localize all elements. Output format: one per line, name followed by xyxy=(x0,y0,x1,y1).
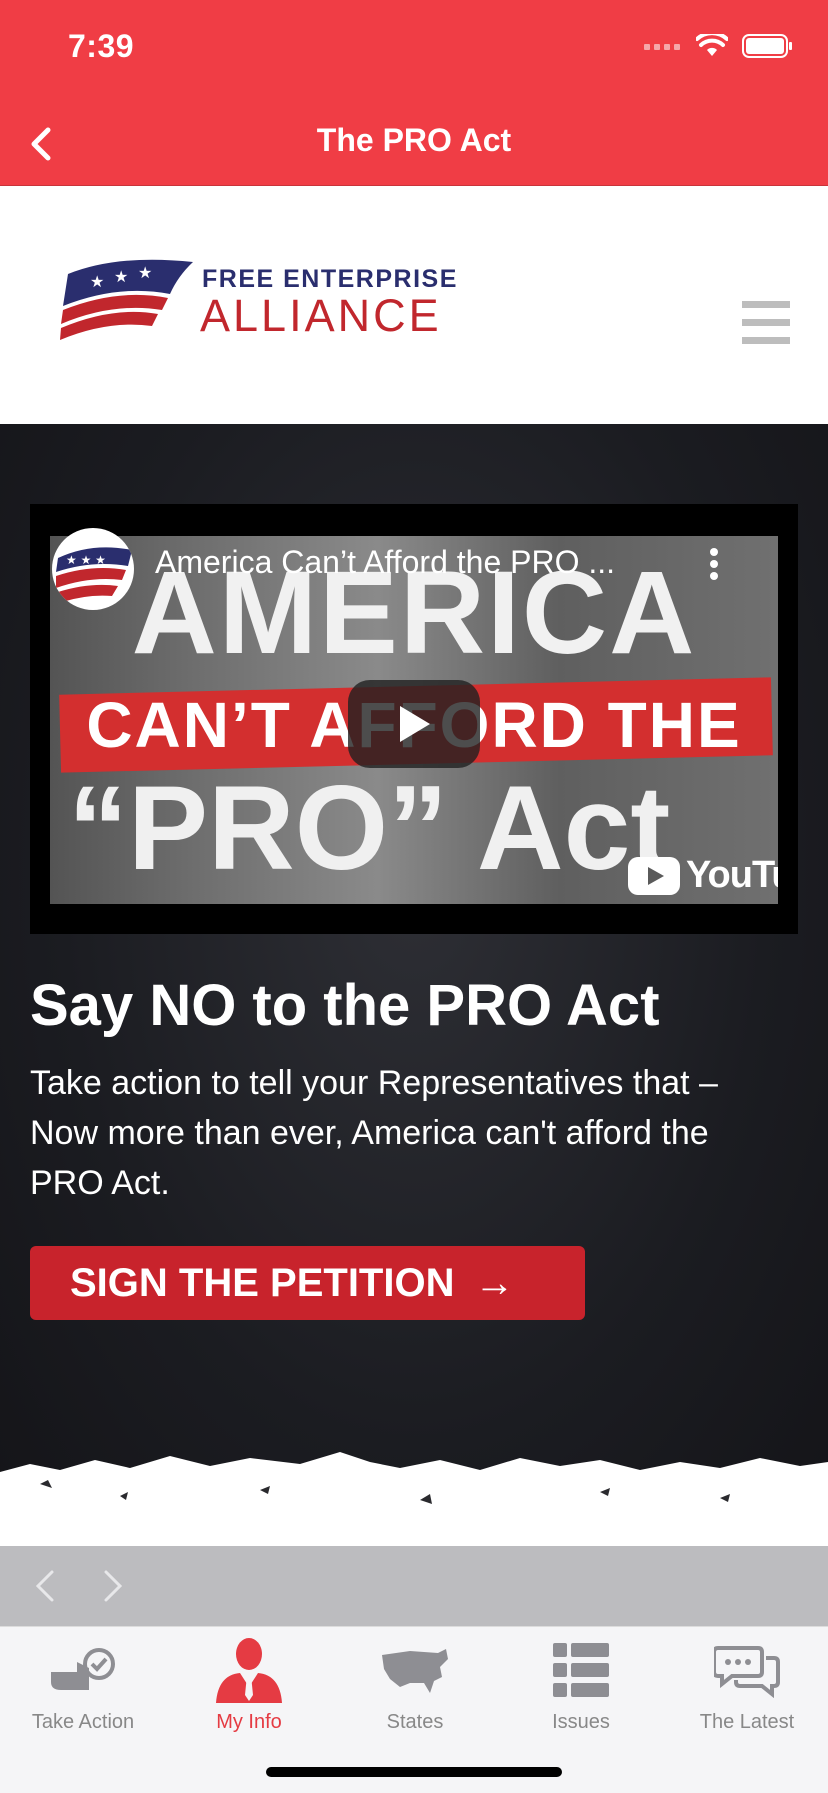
web-forward-button[interactable] xyxy=(92,1566,132,1606)
flag-logo-icon: ★ ★ ★ xyxy=(60,259,193,340)
tab-label: My Info xyxy=(216,1711,282,1733)
play-button[interactable] xyxy=(348,680,480,768)
battery-icon xyxy=(742,34,792,58)
torn-paper-edge xyxy=(0,1452,828,1546)
web-navigation-bar xyxy=(0,1546,828,1626)
arrow-right-icon: → xyxy=(474,1260,515,1305)
hamburger-icon[interactable] xyxy=(742,301,790,345)
tab-my-info[interactable]: My Info xyxy=(166,1633,332,1734)
tab-label: Take Action xyxy=(31,1711,135,1733)
chevron-right-icon xyxy=(104,1570,123,1602)
site-header: ★ ★ ★ FREE ENTERPRISE ALLIANCE xyxy=(0,186,828,424)
flag-avatar-icon: ★ ★ ★ xyxy=(56,547,132,602)
tab-label: Issues xyxy=(552,1711,610,1733)
tab-label: States xyxy=(386,1711,444,1733)
tab-the-latest[interactable]: The Latest xyxy=(664,1633,828,1734)
youtube-logo[interactable]: YouTube xyxy=(628,854,778,897)
sign-petition-label: SIGN THE PETITION xyxy=(70,1260,455,1305)
more-options-icon[interactable] xyxy=(710,548,720,588)
section-body: Take action to tell your Representatives… xyxy=(30,1064,718,1202)
signal-icon xyxy=(644,44,680,50)
svg-text:★: ★ xyxy=(90,272,104,291)
svg-text:★ ★ ★: ★ ★ ★ xyxy=(66,553,106,567)
youtube-play-icon xyxy=(628,856,680,895)
page-title: The PRO Act xyxy=(316,122,512,158)
status-icons xyxy=(644,34,794,58)
list-icon xyxy=(553,1643,609,1697)
tab-issues[interactable]: Issues xyxy=(498,1633,664,1734)
wifi-icon xyxy=(696,34,728,56)
video-title[interactable]: America Can’t Afford the PRO ... xyxy=(155,544,695,581)
navigation-bar: The PRO Act xyxy=(0,100,828,186)
chevron-left-icon xyxy=(35,1570,54,1602)
home-indicator xyxy=(266,1767,562,1777)
tab-take-action[interactable]: Take Action xyxy=(0,1633,166,1734)
take-action-icon xyxy=(51,1648,115,1690)
channel-avatar[interactable]: ★ ★ ★ xyxy=(52,528,134,610)
us-map-icon xyxy=(382,1649,448,1693)
svg-text:★: ★ xyxy=(114,267,128,286)
sign-petition-button[interactable]: SIGN THE PETITION → xyxy=(30,1246,585,1320)
youtube-video-player[interactable]: AMERICA CAN’T AFFORD THE “PRO” Act YouTu… xyxy=(30,504,798,934)
logo-text-bottom: ALLIANCE xyxy=(200,290,442,341)
youtube-wordmark: YouTube xyxy=(686,854,778,896)
tab-label: The Latest xyxy=(699,1711,795,1733)
section-heading: Say NO to the PRO Act xyxy=(30,973,660,1038)
tab-states[interactable]: States xyxy=(332,1633,498,1734)
web-back-button[interactable] xyxy=(26,1566,66,1606)
person-icon xyxy=(216,1638,282,1703)
svg-text:★: ★ xyxy=(138,263,152,282)
chat-bubbles-icon xyxy=(714,1646,780,1698)
hero-section: AMERICA CAN’T AFFORD THE “PRO” Act YouTu… xyxy=(0,424,828,1546)
status-time: 7:39 xyxy=(68,28,135,64)
status-bar: 7:39 xyxy=(0,0,828,100)
thumbnail-text-line3: “PRO” Act xyxy=(68,761,671,895)
play-icon xyxy=(400,706,430,742)
